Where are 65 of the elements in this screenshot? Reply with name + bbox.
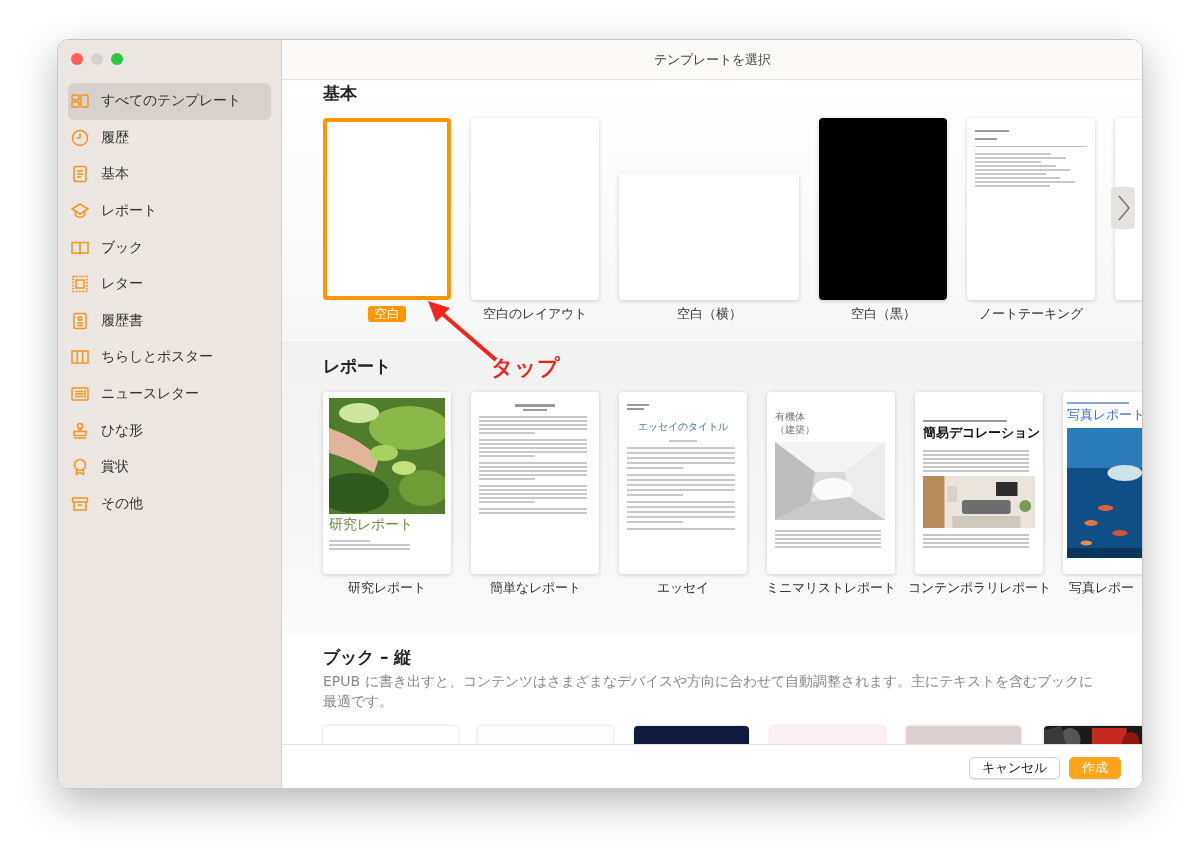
thumbnail-title: エッセイのタイトル <box>638 420 728 434</box>
folded-map-icon <box>71 348 89 367</box>
chevron-right-icon <box>1118 195 1130 221</box>
template-label: 写真レポー <box>1068 580 1134 596</box>
sidebar-item[interactable]: レポート <box>68 192 271 230</box>
book-template-thumbnail[interactable] <box>634 726 749 744</box>
sidebar-item[interactable]: 履歴書 <box>68 302 271 340</box>
thumbnail-title: 有機体（建築） <box>775 410 816 436</box>
close-button[interactable] <box>71 53 83 65</box>
clock-icon <box>71 128 89 147</box>
template-thumbnail[interactable]: エッセイのタイトル <box>619 392 747 574</box>
id-card-icon <box>71 311 89 330</box>
sidebar-item[interactable]: 基本 <box>68 156 271 193</box>
sidebar-item[interactable]: レター <box>68 265 271 303</box>
section-heading: レポート <box>323 355 391 377</box>
template-thumbnail[interactable] <box>819 118 947 300</box>
sidebar-item[interactable]: ちらしとポスター <box>68 339 271 376</box>
sidebar-item[interactable]: その他 <box>68 485 271 523</box>
template-thumbnail[interactable]: 有機体（建築） <box>767 392 895 574</box>
template-grid-icon <box>71 92 89 111</box>
sidebar-item[interactable]: 賞状 <box>68 448 271 486</box>
template-label: 空白 <box>368 306 406 322</box>
template-thumbnail[interactable] <box>471 392 599 574</box>
graduation-cap-icon <box>71 202 89 221</box>
book-template-thumbnail[interactable] <box>323 726 458 744</box>
document-icon <box>71 165 89 184</box>
template-thumbnail[interactable] <box>471 118 599 300</box>
sidebar-item[interactable]: すべてのテンプレート <box>68 83 271 120</box>
template-label: 空白のレイアウト <box>483 306 587 322</box>
template-thumbnail[interactable]: 写真レポート <box>1063 392 1142 574</box>
template-label: 空白（黒） <box>850 306 916 322</box>
template-thumbnail[interactable] <box>619 173 799 300</box>
sidebar-item[interactable]: 履歴 <box>68 119 271 157</box>
sidebar-item[interactable]: ニュースレター <box>68 375 271 413</box>
book-template-thumbnail[interactable] <box>478 726 613 744</box>
annotation-text: タップ <box>491 354 560 382</box>
template-label: ノートテーキング <box>979 306 1083 322</box>
template-label: ミニマリストレポート <box>766 580 896 596</box>
sidebar-item[interactable]: ブック <box>68 229 271 266</box>
window-title: テンプレートを選択 <box>653 50 771 69</box>
thumbnail-title: 研究レポート <box>329 516 414 534</box>
section-heading: 基本 <box>323 82 357 104</box>
zoom-button[interactable] <box>111 53 123 65</box>
newspaper-icon <box>71 385 89 404</box>
frame-icon <box>71 275 89 294</box>
section-heading: ブック – 縦 <box>323 646 412 668</box>
award-icon <box>71 458 89 477</box>
cancel-button[interactable]: キャンセル <box>969 757 1060 779</box>
template-label: コンテンポラリレポート <box>907 580 1051 596</box>
section-description: EPUB に書き出すと、コンテンツはさまざまなデバイスや方向に合わせて自動調整されます。主にテキストを含むブックに最適です。 <box>323 672 1094 711</box>
template-thumbnail[interactable]: 簡易デコレーション <box>915 392 1043 574</box>
stamp-icon <box>71 421 89 440</box>
next-button[interactable] <box>1111 187 1135 229</box>
template-label: 簡単なレポート <box>489 580 581 596</box>
book-template-thumbnail[interactable] <box>906 726 1021 744</box>
book-template-thumbnail[interactable] <box>770 726 885 744</box>
archive-box-icon <box>71 494 89 513</box>
template-label: 空白（横） <box>676 306 742 322</box>
template-thumbnail[interactable] <box>967 118 1095 300</box>
template-thumbnail[interactable]: 研究レポート <box>323 392 451 574</box>
template-label: エッセイ <box>657 580 709 596</box>
thumbnail-title: 写真レポート <box>1067 406 1142 424</box>
template-thumbnail[interactable] <box>323 118 451 300</box>
sidebar-item[interactable]: ひな形 <box>68 412 271 449</box>
template-label: 研究レポート <box>348 580 426 596</box>
